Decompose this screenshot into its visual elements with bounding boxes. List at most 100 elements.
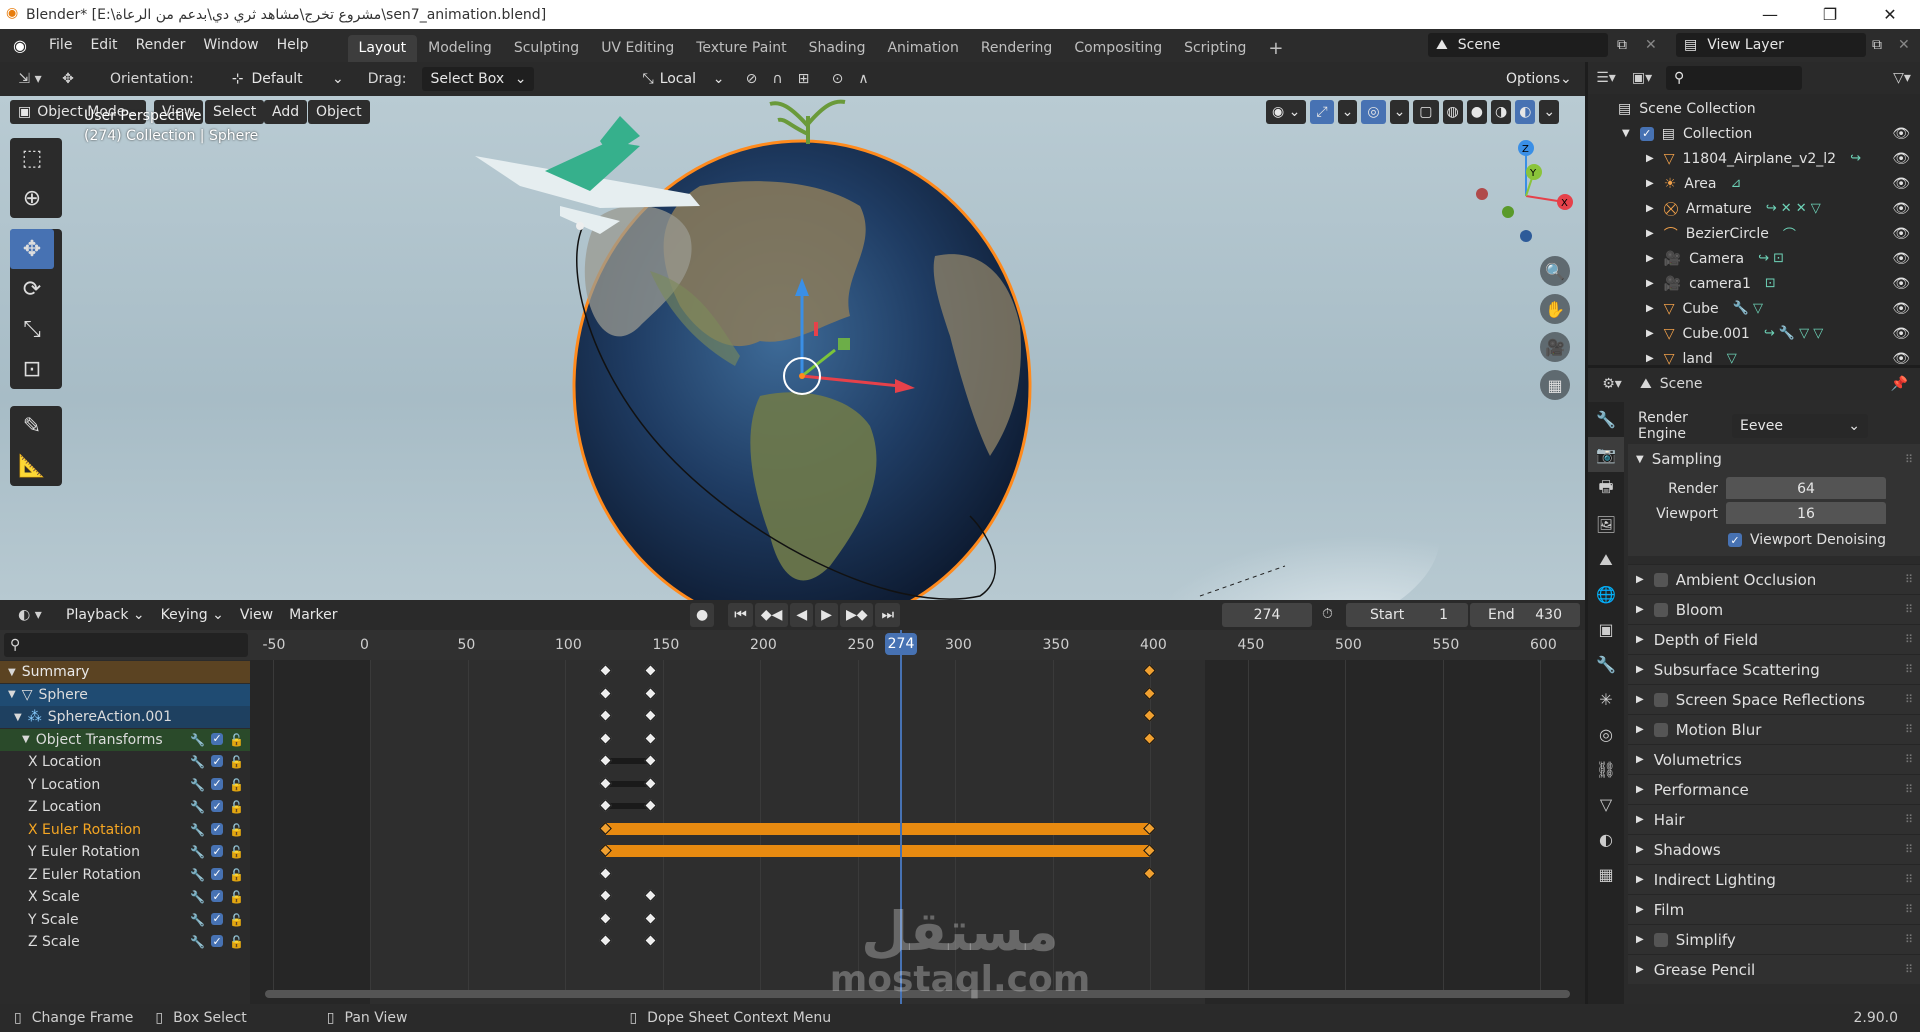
perspective-grid-icon[interactable]: ▦ (1540, 370, 1570, 400)
outliner-item-area[interactable]: ▶ ☀ Area ⊿ 👁 (1588, 171, 1920, 196)
start-frame-field[interactable]: Start 1 (1346, 603, 1468, 627)
outliner-item-camera[interactable]: ▶ 🎥 Camera ↪ ⊡ 👁 (1588, 246, 1920, 271)
pivot-dropdown[interactable]: ⤡ Local ⌄ (634, 67, 733, 91)
drag-grip-icon[interactable]: ⠿ (1905, 783, 1913, 796)
add-workspace-icon[interactable]: + (1257, 35, 1294, 62)
constraints-tab-icon[interactable]: ⛓ (1588, 752, 1624, 787)
menu-window[interactable]: Window (194, 29, 267, 62)
keyframe[interactable] (643, 776, 657, 790)
outliner[interactable]: ☰▾ ▣▾ ⚲ ▽▾ ▤ Scene Collection ▼ ✓ ▤ Coll… (1588, 62, 1920, 365)
disclosure-triangle-icon[interactable]: ▶ (1646, 253, 1654, 264)
channel-mute-checkbox[interactable]: ✓ (211, 822, 224, 835)
keyframe[interactable] (599, 686, 612, 700)
modifier-wrench-icon[interactable]: 🔧 (190, 935, 205, 949)
channel-row-x-euler-rotation[interactable]: X Euler Rotation 🔧 ✓ 🔓 (0, 818, 250, 841)
camera-view-icon[interactable]: 🎥 (1540, 332, 1570, 362)
keyframe[interactable] (1143, 709, 1156, 722)
axis-gizmo-icon[interactable]: Z Y X (1470, 136, 1580, 246)
channel-row-x-scale[interactable]: X Scale 🔧 ✓ 🔓 (0, 886, 250, 908)
modifier-wrench-icon[interactable]: 🔧 (190, 733, 205, 747)
drag-grip-icon[interactable]: ⠿ (1905, 723, 1913, 736)
record-icon[interactable]: ● (690, 603, 715, 627)
modifier-tab-icon[interactable]: 🔧 (1588, 647, 1624, 682)
panel-performance[interactable]: ▶ Performance ⠿ (1628, 774, 1920, 804)
object-data-icon[interactable]: ⊿ (1730, 176, 1741, 191)
drag-grip-icon[interactable]: ⠿ (1905, 813, 1913, 826)
keyframe[interactable] (643, 934, 657, 947)
modifier-wrench-icon[interactable]: 🔧 (190, 868, 205, 882)
object-data-icon[interactable]: 🔧 ▽ (1733, 301, 1763, 316)
panel-indirect-lighting[interactable]: ▶ Indirect Lighting ⠿ (1628, 864, 1920, 894)
object-data-icon[interactable]: ⊡ (1765, 276, 1776, 291)
data-tab-icon[interactable]: ▽ (1588, 787, 1624, 822)
keyframe[interactable] (643, 889, 657, 902)
panel-enable-checkbox[interactable] (1653, 572, 1668, 587)
keyframe[interactable] (599, 889, 612, 902)
delete-scene-icon[interactable]: ✕ (1645, 37, 1657, 53)
channel-mute-checkbox[interactable]: ✓ (211, 732, 224, 745)
channel-row-z-euler-rotation[interactable]: Z Euler Rotation 🔧 ✓ 🔓 (0, 863, 250, 886)
disclosure-triangle-icon[interactable]: ▶ (1636, 664, 1644, 675)
panel-enable-checkbox[interactable] (1653, 932, 1668, 947)
menu-file[interactable]: File (40, 29, 81, 62)
panel-shadows[interactable]: ▶ Shadows ⠿ (1628, 834, 1920, 864)
channel-row-summary[interactable]: ▼ Summary (0, 661, 250, 683)
keyframe[interactable] (643, 664, 657, 677)
channel-row-x-location[interactable]: X Location 🔧 ✓ 🔓 (0, 751, 250, 773)
drag-dropdown[interactable]: Select Box ⌄ (422, 67, 535, 91)
outliner-scene-collection[interactable]: ▤ Scene Collection (1588, 96, 1920, 121)
falloff-icon[interactable]: ∧ (850, 67, 876, 91)
selected-key-hold-bar[interactable] (605, 845, 1150, 857)
keyframe[interactable] (643, 686, 657, 700)
viewport-scene[interactable]: ▣ Object Mode ⌄ View Select Add Object ◉… (0, 96, 1585, 600)
filter-icon[interactable]: ▽▾ (1884, 66, 1920, 90)
disclosure-triangle-icon[interactable]: ▶ (1636, 934, 1644, 945)
view-layer-selector[interactable]: ▤ View Layer (1676, 33, 1866, 57)
object-data-icon[interactable]: ↪ (1850, 151, 1861, 166)
tool-tab-icon[interactable]: 🔧 (1588, 402, 1624, 437)
outliner-collection[interactable]: ▼ ✓ ▤ Collection 👁 (1588, 121, 1920, 146)
new-view-layer-icon[interactable]: ⧉ (1872, 37, 1882, 53)
channel-row-z-location[interactable]: Z Location 🔧 ✓ 🔓 (0, 796, 250, 818)
disclosure-triangle-icon[interactable]: ▼ (1636, 454, 1644, 465)
lock-icon[interactable]: 🔓 (229, 755, 244, 769)
eye-icon[interactable]: 👁 (1892, 251, 1910, 267)
object-tab-icon[interactable]: ▣ (1588, 612, 1624, 647)
scene-selector[interactable]: ⛰ Scene (1428, 33, 1608, 57)
outliner-item-beziercircle[interactable]: ▶ ⌒ BezierCircle ⌒ 👁 (1588, 221, 1920, 246)
disclosure-triangle-icon[interactable]: ▶ (1646, 203, 1654, 214)
frame-ruler[interactable]: -50 0 50 100 150 200 250 300 350 400 450 500 550 600 (250, 630, 1585, 660)
tab-layout[interactable]: Layout (347, 35, 418, 62)
channel-search-input[interactable]: ⚲ (4, 633, 248, 657)
next-keyframe-icon[interactable]: ▶◆ (839, 603, 874, 627)
panel-enable-checkbox[interactable] (1653, 602, 1668, 617)
outliner-item-11804-airplane-v2-l2[interactable]: ▶ ▽ 11804_Airplane_v2_l2 ↪ 👁 (1588, 146, 1920, 171)
drag-grip-icon[interactable]: ⠿ (1905, 693, 1913, 706)
tab-shading[interactable]: Shading (798, 35, 877, 62)
channel-mute-checkbox[interactable]: ✓ (211, 755, 224, 768)
keyframe[interactable] (1143, 664, 1156, 677)
disclosure-triangle-icon[interactable]: ▶ (1636, 724, 1644, 735)
lock-icon[interactable]: 🔓 (229, 890, 244, 904)
end-frame-field[interactable]: End 430 (1470, 603, 1580, 627)
eye-icon[interactable]: 👁 (1892, 276, 1910, 292)
drag-grip-icon[interactable]: ⠿ (1905, 663, 1913, 676)
tab-texture-paint[interactable]: Texture Paint (685, 35, 797, 62)
keyframe[interactable] (599, 911, 612, 925)
keyframe[interactable] (1143, 866, 1156, 880)
render-samples-field[interactable]: 64 (1726, 477, 1886, 501)
render-tab-icon[interactable]: 📷 (1588, 437, 1624, 472)
disclosure-triangle-icon[interactable]: ▶ (1636, 634, 1644, 645)
disclosure-triangle-icon[interactable]: ▶ (1636, 874, 1644, 885)
disclosure-triangle-icon[interactable]: ▶ (1636, 574, 1644, 585)
new-scene-icon[interactable]: ⧉ (1617, 37, 1627, 53)
channel-mute-checkbox[interactable]: ✓ (211, 935, 224, 948)
disclosure-triangle-icon[interactable]: ▼ (14, 712, 22, 723)
3d-viewport[interactable]: ⇲ ▾ ✥ Orientation: ⊹ Default ⌄ Drag: Sel… (0, 62, 1585, 600)
disclosure-triangle-icon[interactable]: ▶ (1646, 228, 1654, 239)
minimize-button[interactable]: — (1740, 0, 1800, 29)
panel-screen-space-reflections[interactable]: ▶ Screen Space Reflections ⠿ (1628, 684, 1920, 714)
texture-tab-icon[interactable]: ▦ (1588, 857, 1624, 892)
disclosure-triangle-icon[interactable]: ▼ (8, 689, 16, 700)
drag-grip-icon[interactable]: ⠿ (1905, 603, 1913, 616)
